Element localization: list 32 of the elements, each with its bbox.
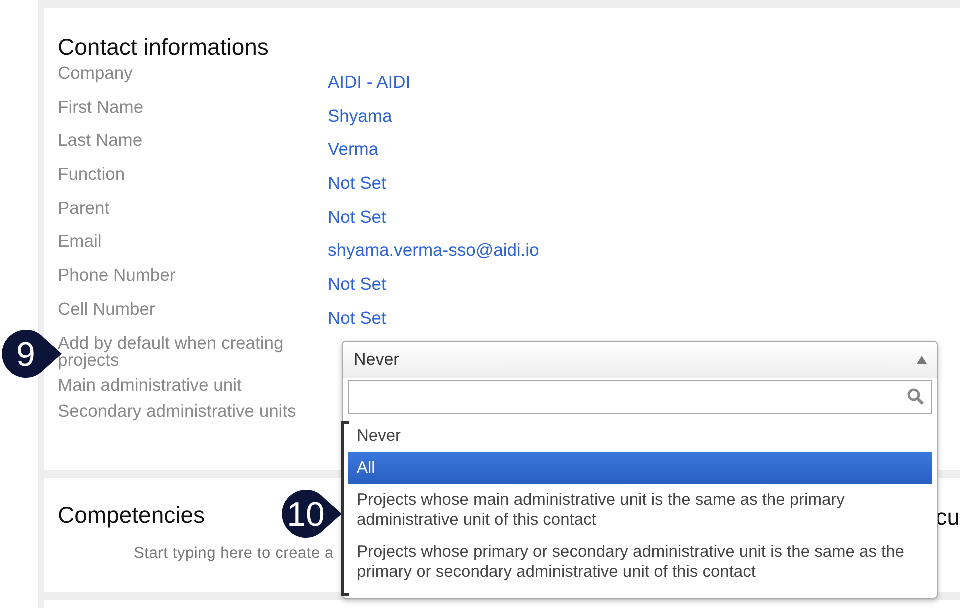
select-field[interactable]: Never: [343, 342, 937, 378]
dropdown-option[interactable]: Projects whose primary or secondary administrative unit is the same as the primary or secondary administrative unit of this contact: [348, 536, 932, 588]
field-label: Add by default when creating projects: [58, 334, 285, 368]
field-label: Phone Number: [58, 267, 177, 288]
field-value: Verma: [328, 138, 380, 162]
hint-text: Start typing here to create a: [134, 545, 334, 563]
field-value: shyama.verma-sso@aidi.io: [328, 239, 540, 262]
search-field[interactable]: [348, 380, 932, 414]
field-label: Email: [58, 233, 103, 254]
section-title: Contact informations: [58, 34, 269, 61]
field-label: Main administrative unit: [58, 376, 243, 396]
field-value: Not Set: [328, 306, 388, 330]
dropdown-option[interactable]: All: [348, 452, 932, 484]
dropdown-option[interactable]: Projects whose main administrative unit is the same as the primary administrative unit of this contact: [348, 484, 932, 536]
field-value: Not Set: [328, 206, 388, 229]
field-label: Parent: [58, 200, 111, 220]
field-value: Not Set: [328, 273, 388, 296]
field-value: Shyama: [328, 104, 394, 128]
section-title: Competencies: [58, 502, 206, 529]
field-label: Cell Number: [58, 300, 156, 321]
caret-icon: [917, 356, 927, 364]
callout-marker: 10: [282, 490, 344, 538]
field-label: Company: [58, 65, 134, 85]
search-icon: [907, 388, 925, 406]
bracket-icon: [340, 421, 350, 597]
field-value: Not Set: [328, 172, 388, 196]
field-label: Function: [58, 166, 126, 186]
field-label: First Name: [58, 98, 145, 119]
field-label: Secondary administrative units: [58, 402, 298, 423]
field-label: Last Name: [58, 132, 144, 152]
field-value: AIDI - AIDI: [328, 71, 412, 94]
dropdown-option[interactable]: Never: [348, 420, 932, 452]
